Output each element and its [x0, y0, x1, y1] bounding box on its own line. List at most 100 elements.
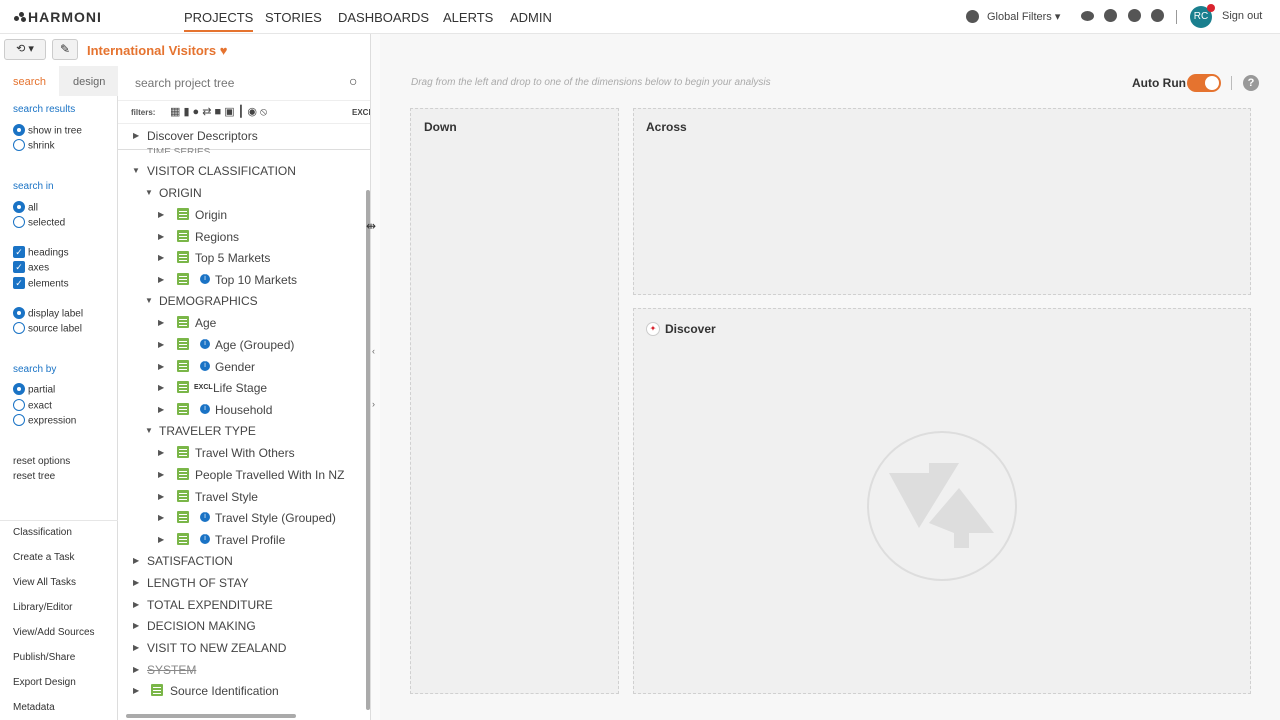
tree-item[interactable]: Gender — [215, 360, 255, 374]
harmoni-logo[interactable]: HARMONI — [14, 9, 102, 25]
tree-heading[interactable]: VISIT TO NEW ZEALAND — [147, 641, 286, 655]
caret-down-icon[interactable]: ▼ — [132, 166, 140, 175]
caret-right-icon[interactable]: ▶ — [158, 383, 164, 392]
info-icon[interactable]: i — [200, 534, 210, 544]
tree-item[interactable]: Top 5 Markets — [195, 251, 270, 265]
tree-item[interactable]: Top 10 Markets — [215, 273, 297, 287]
link-view-tasks[interactable]: View All Tasks — [13, 577, 76, 588]
caret-right-icon[interactable]: ▶ — [158, 405, 164, 414]
reset-tree-link[interactable]: reset tree — [13, 471, 55, 482]
heart-icon[interactable]: ♥ — [220, 43, 228, 58]
globe-icon[interactable] — [966, 10, 979, 23]
info-icon[interactable]: i — [200, 404, 210, 414]
caret-right-icon[interactable]: ▶ — [158, 492, 164, 501]
tree-item[interactable]: Travel With Others — [195, 446, 295, 460]
tree-item[interactable]: Origin — [195, 208, 227, 222]
caret-right-icon[interactable]: ▶ — [133, 556, 139, 565]
info-icon[interactable]: i — [200, 361, 210, 371]
shrink-radio[interactable]: shrink — [13, 139, 55, 152]
link-publish-share[interactable]: Publish/Share — [13, 652, 75, 663]
source-label-radio[interactable]: source label — [13, 322, 82, 335]
sign-out-link[interactable]: Sign out — [1222, 10, 1262, 22]
partial-radio[interactable]: partial — [13, 383, 55, 396]
tree-item[interactable]: Travel Style (Grouped) — [215, 511, 336, 525]
caret-down-icon[interactable]: ▼ — [145, 296, 153, 305]
caret-right-icon[interactable]: ▶ — [133, 686, 139, 695]
search-icon[interactable]: ○ — [349, 73, 357, 89]
tree-heading[interactable]: TRAVELER TYPE — [159, 424, 256, 438]
axes-checkbox[interactable]: ✓ axes — [13, 261, 49, 274]
tree-item[interactable]: Age (Grouped) — [215, 338, 294, 352]
time-series-partial[interactable]: TIME SERIES — [147, 147, 210, 153]
collapse-left-icon[interactable]: ‹ — [372, 346, 375, 356]
tree-heading[interactable]: SATISFACTION — [147, 554, 233, 568]
tab-search[interactable]: search — [13, 76, 46, 88]
tab-design[interactable]: design — [73, 76, 105, 88]
link-create-task[interactable]: Create a Task — [13, 552, 75, 563]
caret-right-icon[interactable]: ▶ — [133, 621, 139, 630]
history-button[interactable]: ⟲ ▾ — [4, 39, 46, 60]
selected-radio[interactable]: selected — [13, 216, 65, 229]
nav-projects[interactable]: PROJECTS — [184, 10, 254, 32]
expression-radio[interactable]: expression — [13, 414, 76, 427]
nav-admin[interactable]: ADMIN — [510, 10, 552, 25]
caret-right-icon[interactable]: ▶ — [133, 131, 139, 140]
exact-radio[interactable]: exact — [13, 399, 52, 412]
discover-descriptors[interactable]: Discover Descriptors — [147, 129, 258, 143]
tree-heading[interactable]: VISITOR CLASSIFICATION — [147, 164, 296, 178]
caret-right-icon[interactable]: ▶ — [158, 253, 164, 262]
reset-options-link[interactable]: reset options — [13, 456, 70, 467]
eye-icon[interactable] — [1081, 11, 1094, 21]
down-drop-zone[interactable] — [410, 108, 619, 694]
caret-right-icon[interactable]: ▶ — [158, 232, 164, 241]
tree-item[interactable]: People Travelled With In NZ — [195, 468, 344, 482]
caret-right-icon[interactable]: ▶ — [158, 362, 164, 371]
caret-right-icon[interactable]: ▶ — [158, 448, 164, 457]
caret-right-icon[interactable]: ▶ — [158, 318, 164, 327]
filter-icons[interactable]: ▦ ▮ ● ⇄ ■ ▣ ┃ ◉ ⦸ — [170, 105, 267, 119]
help-circle-icon[interactable] — [1151, 9, 1164, 22]
show-in-tree-radio[interactable]: show in tree — [13, 124, 82, 137]
caret-down-icon[interactable]: ▼ — [145, 188, 153, 197]
tree-item[interactable]: Source Identification — [170, 684, 279, 698]
all-radio[interactable]: all — [13, 201, 38, 214]
caret-right-icon[interactable]: ▶ — [133, 665, 139, 674]
search-project-tree-input[interactable] — [127, 72, 365, 94]
link-view-add-sources[interactable]: View/Add Sources — [13, 627, 95, 638]
link-library-editor[interactable]: Library/Editor — [13, 602, 72, 613]
nav-stories[interactable]: STORIES — [265, 10, 322, 25]
tree-item[interactable]: Travel Profile — [215, 533, 285, 547]
tree-heading[interactable]: SYSTEM — [147, 663, 196, 677]
tree-item[interactable]: Travel Style — [195, 490, 258, 504]
elements-checkbox[interactable]: ✓ elements — [13, 277, 69, 290]
brain-icon[interactable] — [1104, 9, 1117, 22]
caret-down-icon[interactable]: ▼ — [145, 426, 153, 435]
headings-checkbox[interactable]: ✓ headings — [13, 246, 69, 259]
tree-item[interactable]: Regions — [195, 230, 239, 244]
auto-run-toggle[interactable] — [1187, 74, 1221, 92]
contrast-icon[interactable] — [1128, 9, 1141, 22]
display-label-radio[interactable]: display label — [13, 307, 83, 320]
caret-right-icon[interactable]: ▶ — [133, 600, 139, 609]
panel-resize-handle[interactable]: ‹ › — [370, 34, 380, 720]
caret-right-icon[interactable]: ▶ — [133, 578, 139, 587]
tree-heading[interactable]: TOTAL EXPENDITURE — [147, 598, 273, 612]
across-drop-zone[interactable] — [633, 108, 1251, 295]
tree-heading[interactable]: ORIGIN — [159, 186, 202, 200]
caret-right-icon[interactable]: ▶ — [158, 210, 164, 219]
info-icon[interactable]: i — [200, 512, 210, 522]
tree-heading[interactable]: DEMOGRAPHICS — [159, 294, 258, 308]
caret-right-icon[interactable]: ▶ — [158, 340, 164, 349]
caret-right-icon[interactable]: ▶ — [158, 513, 164, 522]
nav-alerts[interactable]: ALERTS — [443, 10, 493, 25]
global-filters-button[interactable]: Global Filters ▾ — [987, 10, 1060, 23]
tree-heading[interactable]: DECISION MAKING — [147, 619, 256, 633]
help-icon[interactable]: ? — [1243, 75, 1259, 91]
expand-right-icon[interactable]: › — [372, 399, 375, 409]
nav-dashboards[interactable]: DASHBOARDS — [338, 10, 429, 25]
edit-pencil-icon[interactable]: ✎ — [52, 39, 78, 60]
caret-right-icon[interactable]: ▶ — [158, 470, 164, 479]
caret-right-icon[interactable]: ▶ — [133, 643, 139, 652]
info-icon[interactable]: i — [200, 339, 210, 349]
tree-heading[interactable]: LENGTH OF STAY — [147, 576, 249, 590]
